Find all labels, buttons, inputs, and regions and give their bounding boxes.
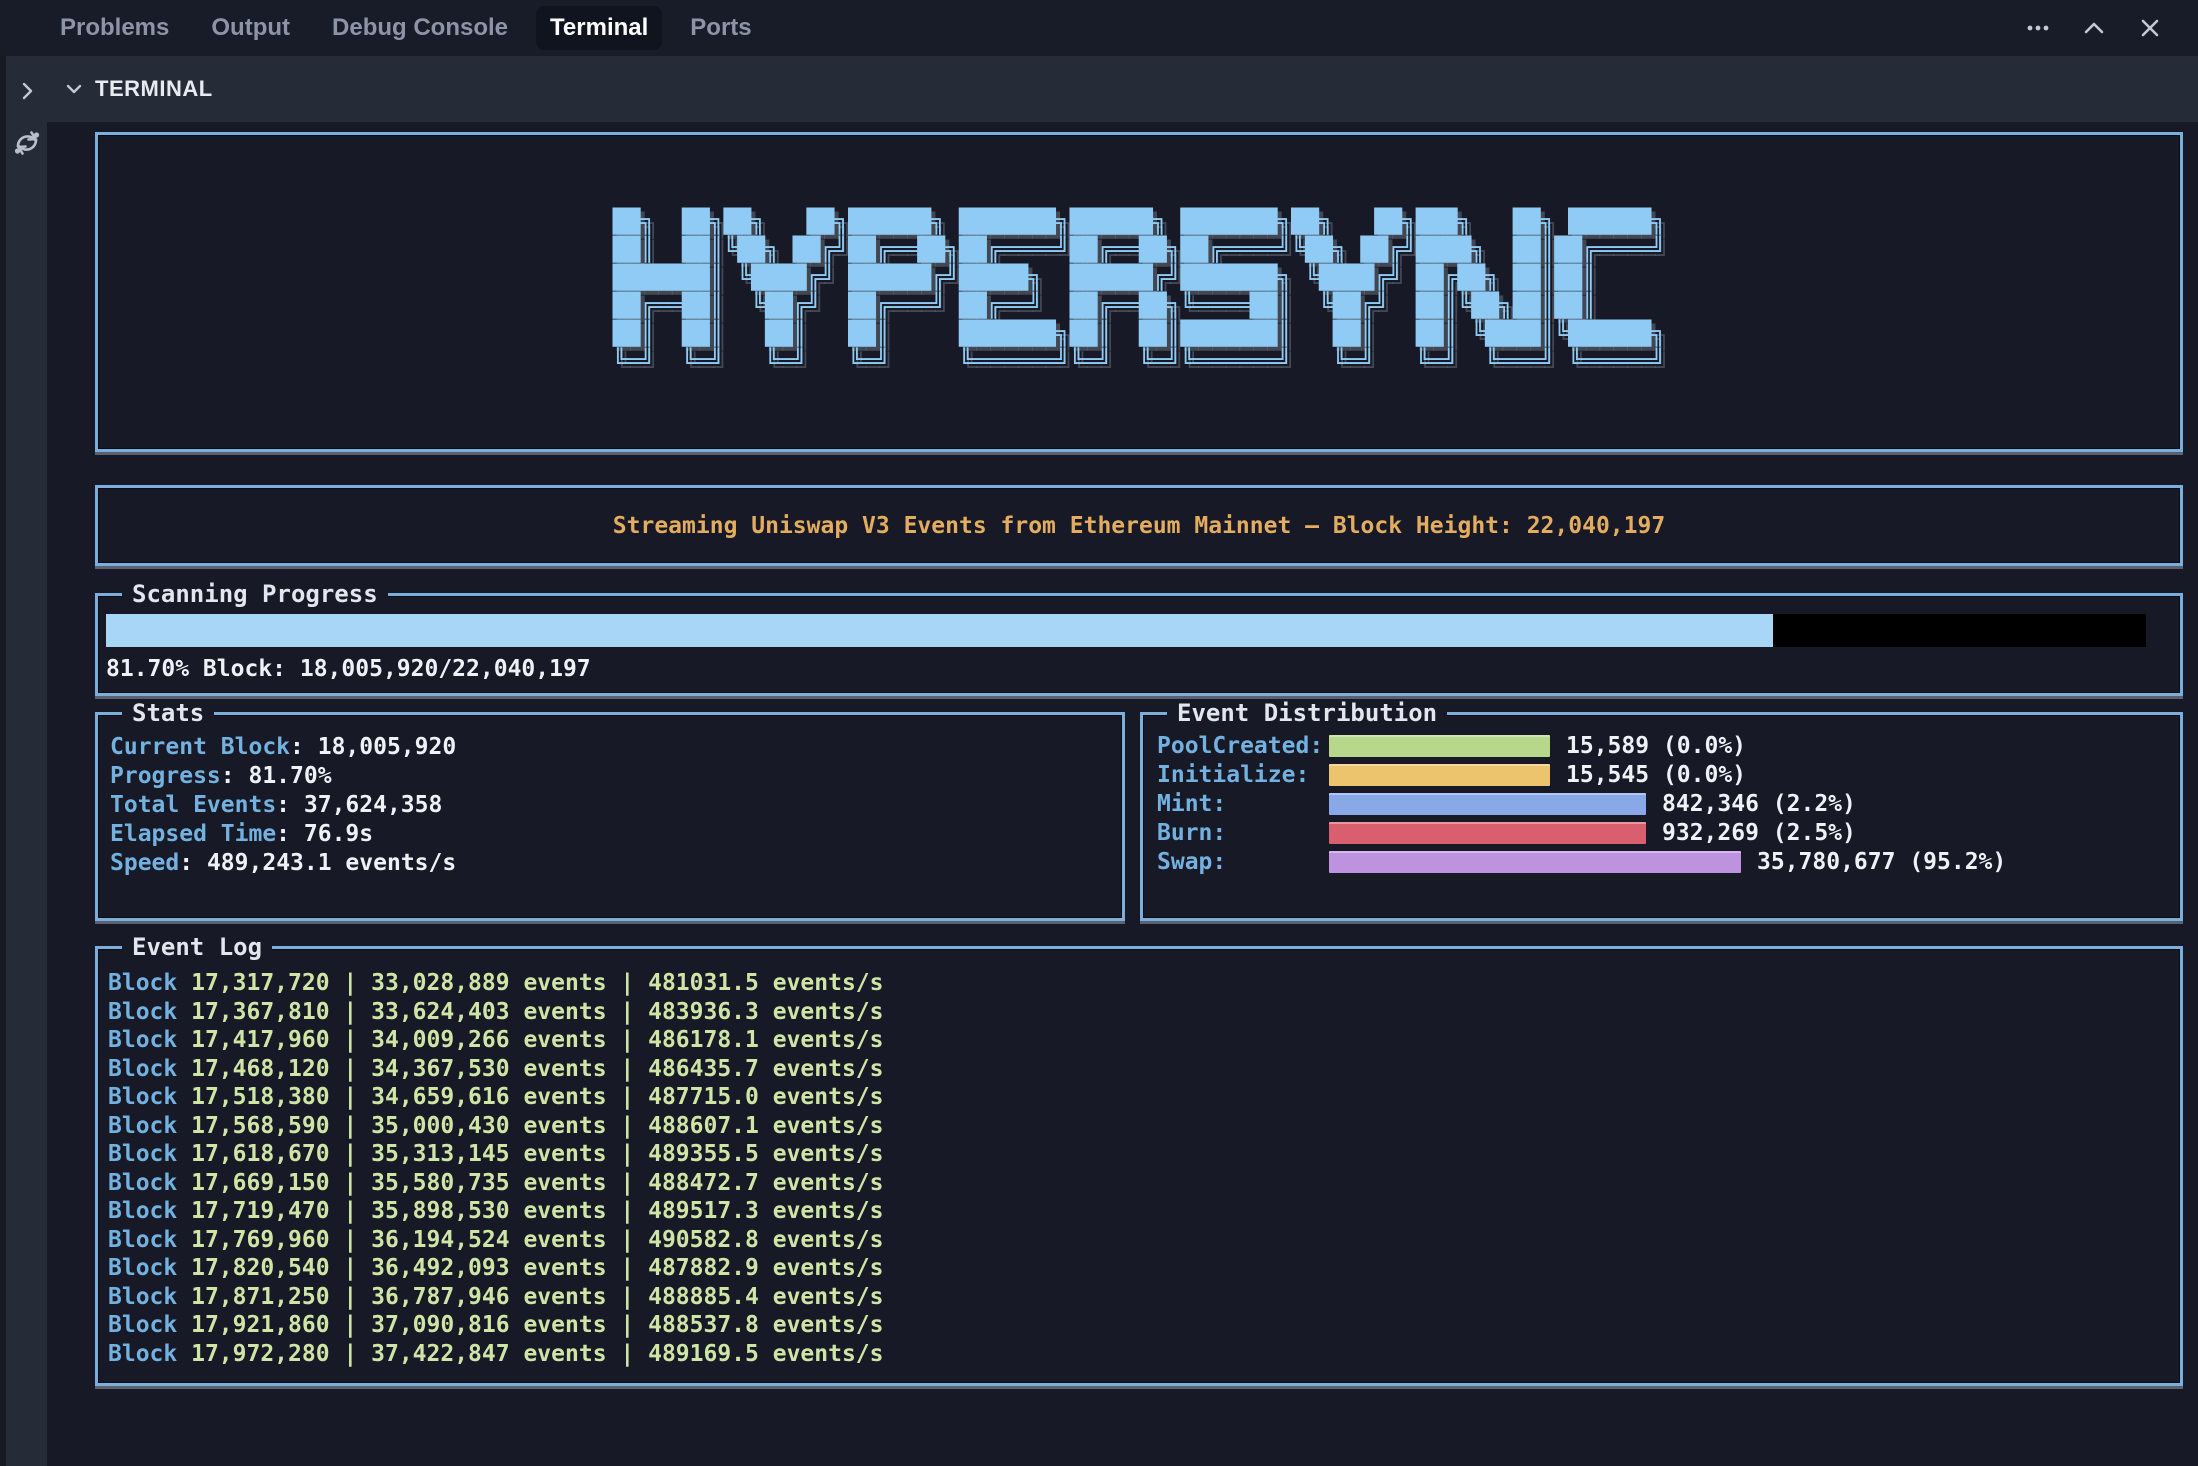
distribution-row: Mint: 842,346 (2.2%) xyxy=(1157,789,2180,818)
tab-debug-console[interactable]: Debug Console xyxy=(318,6,522,50)
streaming-status-text: Streaming Uniswap V3 Events from Ethereu… xyxy=(613,513,1665,539)
log-row: Block 17,669,150 | 35,580,735 events | 4… xyxy=(108,1169,2180,1198)
distribution-row: PoolCreated: 15,589 (0.0%) xyxy=(1157,731,2180,760)
panel-tabs: Problems Output Debug Console Terminal Ports xyxy=(46,6,766,50)
log-row: Block 17,317,720 | 33,028,889 events | 4… xyxy=(108,969,2180,998)
more-actions-icon[interactable] xyxy=(2018,8,2058,48)
log-row: Block 17,618,670 | 35,313,145 events | 4… xyxy=(108,1140,2180,1169)
stats-panel: Stats Current Block: 18,005,920Progress:… xyxy=(95,712,1125,921)
distribution-bar xyxy=(1329,735,1550,757)
event-distribution-panel: Event Distribution PoolCreated: 15,589 (… xyxy=(1140,712,2183,921)
stat-row: Speed: 489,243.1 events/s xyxy=(110,849,1122,878)
progress-bar-track xyxy=(106,614,2146,647)
panel-left-strip xyxy=(0,56,47,1466)
distribution-row: Initialize: 15,545 (0.0%) xyxy=(1157,760,2180,789)
distribution-row: Burn: 932,269 (2.5%) xyxy=(1157,818,2180,847)
terminal-section-title: TERMINAL xyxy=(95,76,213,102)
event-distribution-title: Event Distribution xyxy=(1167,699,1447,727)
log-row: Block 17,518,380 | 34,659,616 events | 4… xyxy=(108,1083,2180,1112)
stat-row: Current Block: 18,005,920 xyxy=(110,733,1122,762)
log-row: Block 17,719,470 | 35,898,530 events | 4… xyxy=(108,1197,2180,1226)
panel-tabbar: Problems Output Debug Console Terminal Ports xyxy=(0,0,2198,56)
terminal-content: ██╗ ██╗██╗ ██╗██████╗ ███████╗██████╗ ██… xyxy=(47,122,2198,1466)
scanning-progress-panel: Scanning Progress 81.70% Block: 18,005,9… xyxy=(95,593,2183,696)
chevron-right-icon[interactable] xyxy=(16,80,38,102)
distribution-row: Swap: 35,780,677 (95.2%) xyxy=(1157,847,2180,876)
log-row: Block 17,468,120 | 34,367,530 events | 4… xyxy=(108,1055,2180,1084)
hypersync-banner-box: ██╗ ██╗██╗ ██╗██████╗ ███████╗██████╗ ██… xyxy=(95,132,2183,452)
event-log-panel: Event Log Block 17,317,720 | 33,028,889 … xyxy=(95,946,2183,1386)
progress-bar-fill xyxy=(106,614,1773,647)
distribution-bar xyxy=(1329,764,1550,786)
log-row: Block 17,568,590 | 35,000,430 events | 4… xyxy=(108,1112,2180,1141)
tab-problems[interactable]: Problems xyxy=(46,6,183,50)
distribution-bar xyxy=(1329,793,1646,815)
terminal-section-header[interactable]: TERMINAL xyxy=(47,56,2198,122)
hypersync-ascii-art: ██╗ ██╗██╗ ██╗██████╗ ███████╗██████╗ ██… xyxy=(613,208,1665,376)
log-row: Block 17,921,860 | 37,090,816 events | 4… xyxy=(108,1311,2180,1340)
stat-row: Progress: 81.70% xyxy=(110,762,1122,791)
log-row: Block 17,417,960 | 34,009,266 events | 4… xyxy=(108,1026,2180,1055)
stats-title: Stats xyxy=(122,699,214,727)
progress-label: 81.70% Block: 18,005,920/22,040,197 xyxy=(106,656,591,682)
sync-icon[interactable] xyxy=(12,128,42,158)
distribution-bar xyxy=(1329,822,1646,844)
maximize-panel-icon[interactable] xyxy=(2074,8,2114,48)
chevron-down-icon xyxy=(63,78,85,100)
panel-actions xyxy=(2018,8,2198,48)
tab-terminal[interactable]: Terminal xyxy=(536,6,662,50)
log-row: Block 17,972,280 | 37,422,847 events | 4… xyxy=(108,1340,2180,1369)
tab-output[interactable]: Output xyxy=(197,6,304,50)
distribution-bar xyxy=(1329,851,1741,873)
streaming-status-box: Streaming Uniswap V3 Events from Ethereu… xyxy=(95,485,2183,566)
scanning-progress-title: Scanning Progress xyxy=(122,580,388,608)
event-log-title: Event Log xyxy=(122,933,272,961)
log-row: Block 17,871,250 | 36,787,946 events | 4… xyxy=(108,1283,2180,1312)
stat-row: Elapsed Time: 76.9s xyxy=(110,820,1122,849)
log-row: Block 17,769,960 | 36,194,524 events | 4… xyxy=(108,1226,2180,1255)
log-row: Block 17,820,540 | 36,492,093 events | 4… xyxy=(108,1254,2180,1283)
close-panel-icon[interactable] xyxy=(2130,8,2170,48)
stat-row: Total Events: 37,624,358 xyxy=(110,791,1122,820)
log-row: Block 17,367,810 | 33,624,403 events | 4… xyxy=(108,998,2180,1027)
tab-ports[interactable]: Ports xyxy=(676,6,765,50)
